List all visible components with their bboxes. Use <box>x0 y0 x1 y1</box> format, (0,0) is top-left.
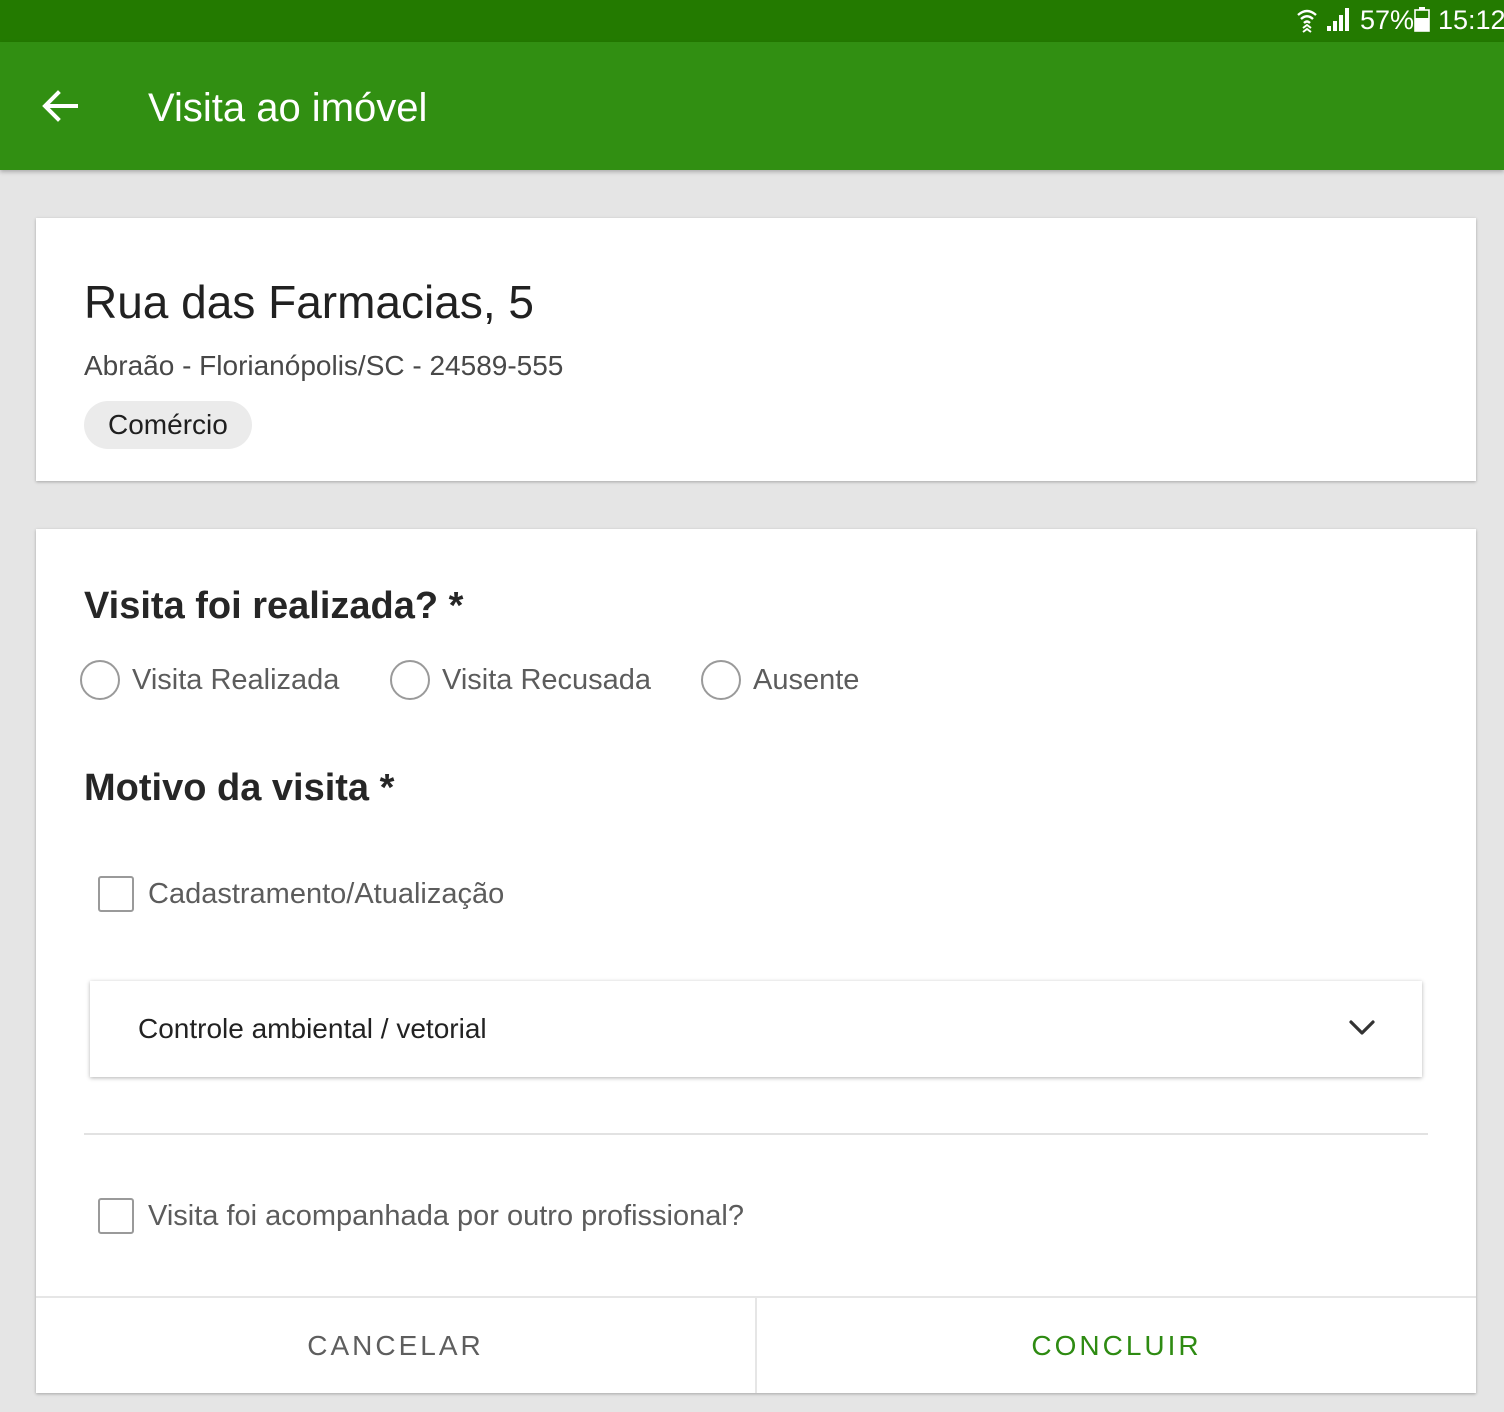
visit-form-card: Visita foi realizada? * Visita Realizada… <box>36 529 1476 1393</box>
battery-percentage: 57% <box>1360 5 1415 35</box>
battery-icon <box>1414 7 1430 32</box>
action-bar: CANCELAR CONCLUIR <box>36 1296 1476 1393</box>
reason-dropdown[interactable]: Controle ambiental / vetorial <box>90 981 1422 1077</box>
radio-label: Visita Recusada <box>442 664 652 696</box>
page-title: Visita ao imóvel <box>148 86 428 130</box>
chevron-down-icon <box>1349 1020 1375 1035</box>
reason-title: Motivo da visita * <box>84 767 395 809</box>
address-card: Rua das Farmacias, 5 Abraão - Florianópo… <box>36 218 1476 481</box>
wifi-icon <box>1297 9 1317 33</box>
cancel-button[interactable]: CANCELAR <box>36 1298 757 1393</box>
signal-icon <box>1327 8 1349 31</box>
confirm-button[interactable]: CONCLUIR <box>757 1298 1476 1393</box>
checkbox-box[interactable] <box>98 1198 134 1234</box>
divider <box>84 1133 1428 1135</box>
checkbox-box[interactable] <box>98 876 134 912</box>
radio-circle[interactable] <box>701 660 741 700</box>
radio-circle[interactable] <box>80 660 120 700</box>
status-bar: 57% 15:12 <box>0 0 1504 42</box>
checkbox-label: Visita foi acompanhada por outro profiss… <box>148 1200 744 1232</box>
app-bar: Visita ao imóvel <box>0 42 1504 170</box>
address-street: Rua das Farmacias, 5 <box>84 276 534 328</box>
category-chip: Comércio <box>84 401 252 449</box>
radio-label: Ausente <box>753 664 860 696</box>
clock: 15:12 <box>1438 5 1504 35</box>
dropdown-value: Controle ambiental / vetorial <box>138 1013 487 1044</box>
arrow-left-icon[interactable] <box>36 82 84 130</box>
radio-label: Visita Realizada <box>132 664 340 696</box>
checkbox-label: Cadastramento/Atualização <box>148 878 505 910</box>
address-details: Abraão - Florianópolis/SC - 24589-555 <box>84 350 564 381</box>
visit-question-title: Visita foi realizada? * <box>84 585 464 627</box>
radio-circle[interactable] <box>390 660 430 700</box>
